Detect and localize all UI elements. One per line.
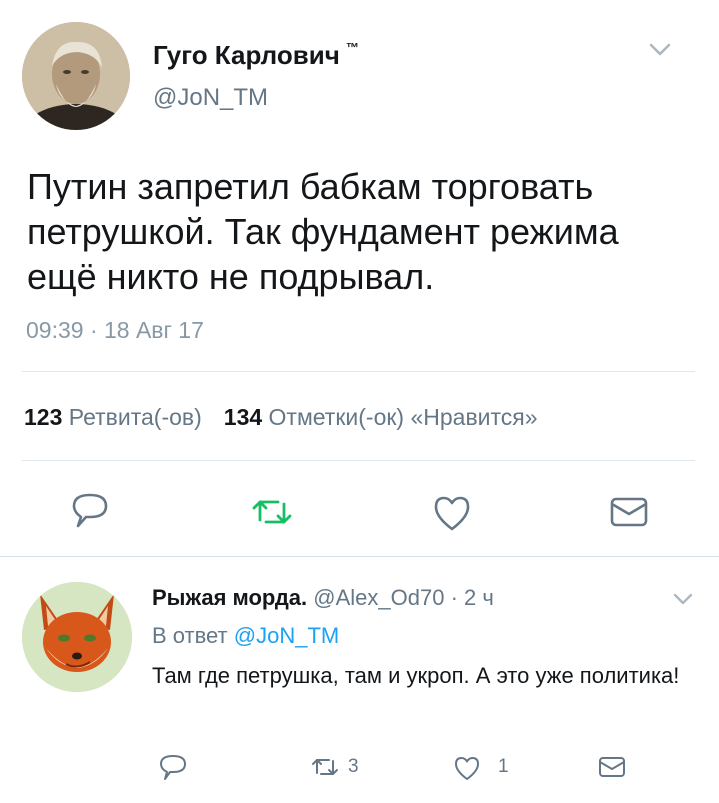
reply-mention-link[interactable]: @JoN_TM: [234, 623, 339, 648]
reply-retweet-count: 3: [348, 756, 359, 777]
divider: [22, 371, 695, 372]
tweet-text: Путин запретил бабкам торговать петрушко…: [27, 166, 619, 297]
reply-author-name[interactable]: Рыжая морда.: [152, 585, 307, 610]
in-reply-to: В ответ @JoN_TM: [152, 623, 340, 648]
reply-header: Рыжая морда. @Alex_Od70 · 2 ч: [152, 585, 494, 611]
divider: [22, 460, 695, 461]
tweet-stats: 123 Ретвита(-ов) 134 Отметки(-ок) «Нравит…: [24, 404, 538, 431]
retweet-icon[interactable]: [250, 490, 294, 534]
like-icon[interactable]: [452, 753, 482, 783]
author-handle[interactable]: @JoN_TM: [153, 84, 268, 112]
retweets-stat[interactable]: 123 Ретвита(-ов): [24, 404, 202, 430]
reply-like-count: 1: [498, 756, 509, 777]
chevron-down-icon[interactable]: [672, 592, 694, 606]
tweet-timestamp[interactable]: 09:39 · 18 Авг 17: [26, 317, 204, 344]
reply-icon[interactable]: [158, 752, 188, 782]
retweet-icon[interactable]: [310, 752, 340, 782]
trademark-badge: ™: [345, 40, 359, 55]
author-avatar[interactable]: [22, 22, 130, 130]
likes-stat[interactable]: 134 Отметки(-ок) «Нравится»: [224, 404, 538, 430]
tweet-separator: [0, 556, 719, 557]
reply-time[interactable]: · 2 ч: [451, 585, 494, 610]
reply-author-handle[interactable]: @Alex_Od70: [313, 585, 444, 610]
like-icon[interactable]: [430, 491, 474, 535]
reply-icon[interactable]: [68, 488, 112, 532]
reply-author-avatar[interactable]: [22, 582, 132, 692]
chevron-down-icon[interactable]: [648, 42, 672, 58]
message-icon[interactable]: [597, 752, 627, 782]
message-icon[interactable]: [607, 490, 651, 534]
reply-text: Там где петрушка, там и укроп. А это уже…: [152, 663, 680, 688]
author-name[interactable]: Гуго Карлович ™: [153, 40, 359, 71]
